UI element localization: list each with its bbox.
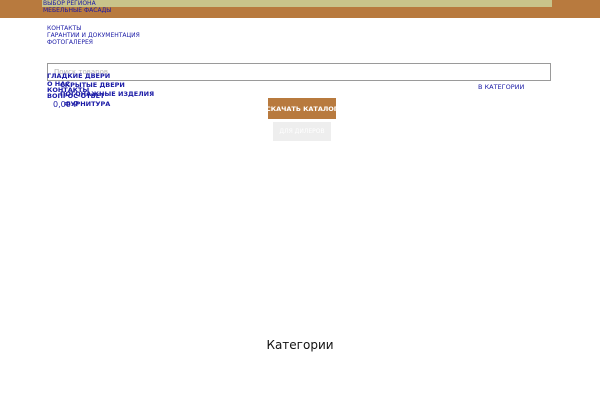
top-bar-inner [42, 0, 552, 7]
region-select-link[interactable]: ВЫБОР РЕГИОНА [43, 0, 96, 7]
for-dealers-button[interactable]: ДЛЯ ДИЛЕРОВ [273, 122, 331, 141]
search-category-select[interactable]: В КАТЕГОРИИ [478, 83, 524, 91]
nav-gallery-link[interactable]: ФОТОГАЛЕРЕЯ [47, 39, 93, 47]
search-input[interactable] [47, 63, 551, 81]
categories-heading: Категории [266, 338, 334, 352]
category-smooth-doors-link[interactable]: ГЛАДКИЕ ДВЕРИ [47, 72, 110, 80]
cart-total: 0,00 ₽ [53, 100, 79, 109]
download-catalog-button[interactable]: СКАЧАТЬ КАТАЛОГ [266, 98, 338, 119]
furniture-facades-link[interactable]: МЕБЕЛЬНЫЕ ФАСАДЫ [43, 7, 112, 14]
faq-link[interactable]: ВОПРОС-ОТВЕТ [47, 92, 104, 100]
